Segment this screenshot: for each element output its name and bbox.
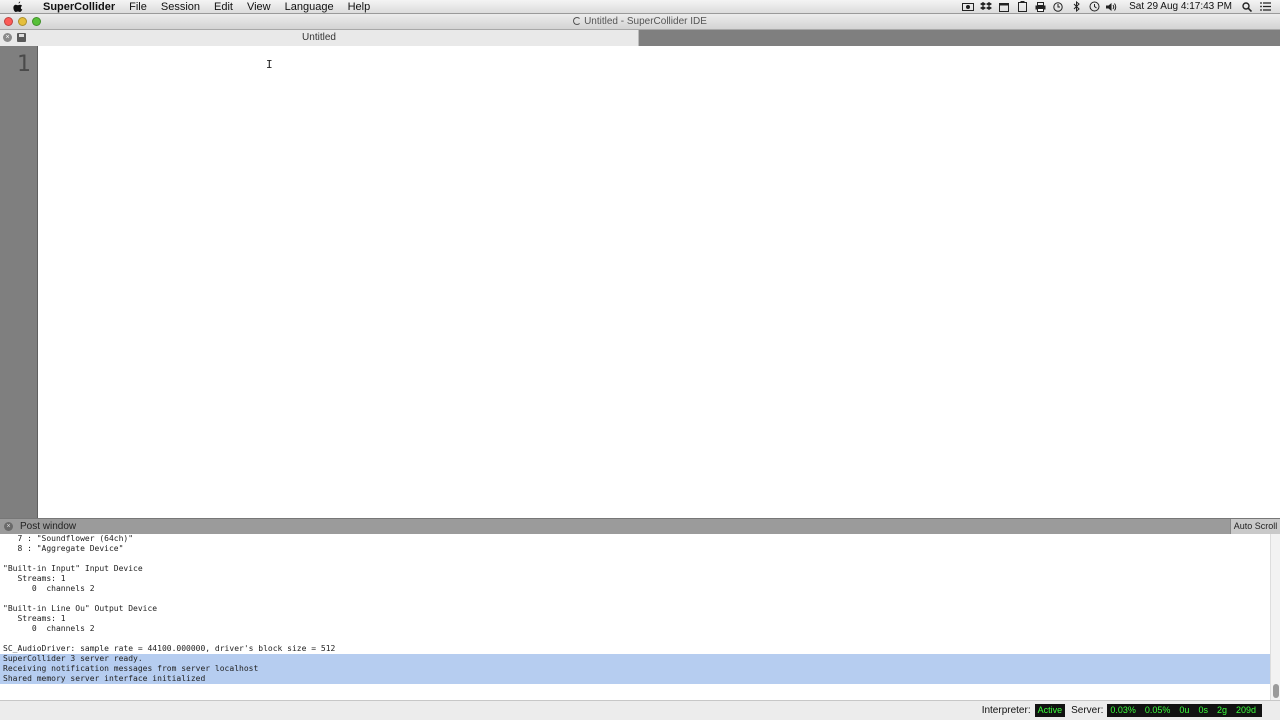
server-peak-cpu: 0.05% [1144,705,1171,715]
editor-text-area[interactable]: I [38,46,1280,518]
menu-supercollider[interactable]: SuperCollider [36,0,122,14]
post-line: Receiving notification messages from ser… [0,664,1270,674]
line-number-gutter: 1 [0,46,38,518]
menu-session[interactable]: Session [154,0,207,14]
clipboard-icon[interactable] [1013,0,1031,14]
post-window-title: Post window [20,521,77,532]
camera-icon[interactable] [959,0,977,14]
spotlight-search-icon[interactable] [1238,0,1256,14]
scrollbar-thumb[interactable] [1273,684,1279,698]
window-title: Untitled - SuperCollider IDE [0,14,1280,30]
document-tab-bar: × Untitled [0,30,1280,46]
volume-icon[interactable] [1103,0,1121,14]
calendar-icon[interactable] [995,0,1013,14]
time-machine-icon[interactable] [1085,0,1103,14]
post-window-output[interactable]: 7 : "Soundflower (64ch)" 8 : "Aggregate … [0,534,1270,700]
dropbox-icon[interactable] [977,0,995,14]
status-menus: Sat 29 Aug 4:17:43 PM [959,0,1280,14]
post-line: Shared memory server interface initializ… [0,674,1270,684]
post-line: Streams: 1 [3,574,66,583]
menu-edit[interactable]: Edit [207,0,240,14]
interpreter-status-badge[interactable]: Active [1034,704,1066,717]
menu-help[interactable]: Help [341,0,378,14]
post-line [0,594,1270,604]
post-line [0,634,1270,644]
server-synthdefs: 209d [1235,705,1256,715]
server-groups: 2g [1216,705,1227,715]
post-line: SuperCollider 3 server ready. [0,654,1270,664]
tab-untitled[interactable]: × Untitled [0,30,639,46]
status-bar: Interpreter: Active Server: 0.03% 0.05% … [0,700,1280,720]
printer-icon[interactable] [1031,0,1049,14]
code-editor[interactable]: 1 I [0,46,1280,518]
menubar: SuperCollider File Session Edit View Lan… [0,0,1280,14]
post-window-close-icon[interactable]: × [4,522,13,531]
server-status-display[interactable]: 0.03% 0.05% 0u 0s 2g 209d [1107,704,1262,717]
post-window-scrollbar[interactable] [1270,534,1280,700]
menu-file[interactable]: File [122,0,154,14]
server-avg-cpu: 0.03% [1110,705,1136,715]
post-line: 8 : "Aggregate Device" [3,544,124,553]
text-cursor-icon: I [266,58,273,71]
server-synths: 0s [1198,705,1208,715]
post-line: "Built-in Input" Input Device [3,564,143,573]
post-line: Streams: 1 [3,614,66,623]
server-ugens: 0u [1179,705,1190,715]
bluetooth-icon[interactable] [1067,0,1085,14]
apple-icon[interactable] [0,1,36,13]
server-label: Server: [1071,705,1104,716]
window-titlebar: Untitled - SuperCollider IDE [0,14,1280,30]
notification-center-icon[interactable] [1256,0,1274,14]
post-line: 7 : "Soundflower (64ch)" [3,534,134,543]
post-line: 0 channels 2 [3,584,95,593]
post-line [0,554,1270,564]
tab-title: Untitled [302,32,336,43]
post-line: SC_AudioDriver: sample rate = 44100.0000… [3,644,336,653]
post-line: "Built-in Line Ou" Output Device [3,604,158,613]
menu-view[interactable]: View [240,0,278,14]
auto-scroll-button[interactable]: Auto Scroll [1230,519,1280,534]
interpreter-label: Interpreter: [981,705,1031,716]
timer-icon[interactable] [1049,0,1067,14]
menubar-clock[interactable]: Sat 29 Aug 4:17:43 PM [1121,1,1238,12]
line-number: 1 [17,52,31,77]
post-line: 0 channels 2 [3,624,95,633]
menu-language[interactable]: Language [278,0,341,14]
supercollider-logo-icon [573,17,582,25]
window-title-text: Untitled - SuperCollider IDE [584,16,707,27]
post-window-header: × Post window Auto Scroll [0,518,1280,534]
